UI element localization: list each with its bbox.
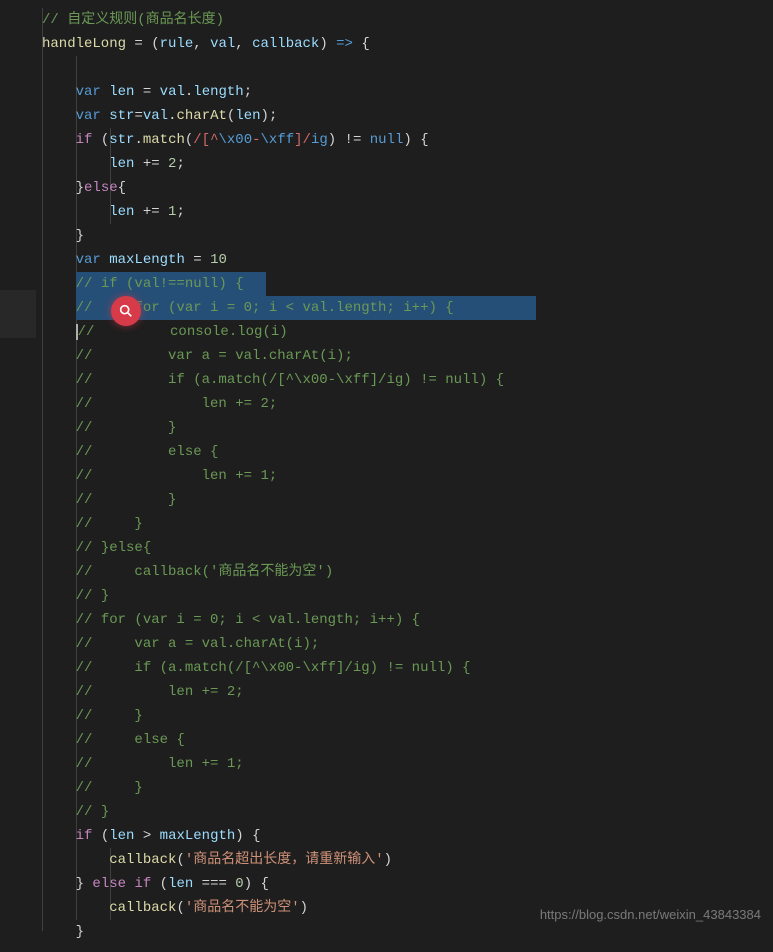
search-icon[interactable] [111, 296, 141, 326]
code-line: // for (var i = 0; i < val.length; i++) … [42, 608, 773, 632]
code-line: if (str.match(/[^\x00-\xff]/ig) != null)… [42, 128, 773, 152]
func-name: handleLong [42, 36, 126, 52]
code-editor[interactable]: // 自定义规则(商品名长度) handleLong = (rule, val,… [0, 0, 773, 952]
watermark-text: https://blog.csdn.net/weixin_43843384 [540, 903, 761, 927]
code-line: // len += 1; [42, 464, 773, 488]
code-line: // console.log(i) [42, 320, 773, 344]
code-line: len += 2; [42, 152, 773, 176]
code-line: // callback('商品名不能为空') [42, 560, 773, 584]
code-line: // if (a.match(/[^\x00-\xff]/ig) != null… [42, 368, 773, 392]
code-line: var maxLength = 10 [42, 248, 773, 272]
code-line: // len += 1; [42, 752, 773, 776]
code-line: } else if (len === 0) { [42, 872, 773, 896]
code-line: // len += 2; [42, 392, 773, 416]
code-line: // var a = val.charAt(i); [42, 344, 773, 368]
code-line: // } [42, 584, 773, 608]
code-line: callback('商品名超出长度，请重新输入') [42, 848, 773, 872]
code-line: if (len > maxLength) { [42, 824, 773, 848]
code-line: // if (val!==null) { [42, 272, 773, 296]
code-line: // } [42, 776, 773, 800]
code-line: // if (a.match(/[^\x00-\xff]/ig) != null… [42, 656, 773, 680]
code-line: handleLong = (rule, val, callback) => { [42, 32, 773, 56]
code-line: // } [42, 800, 773, 824]
code-line: // } [42, 512, 773, 536]
code-line: var str=val.charAt(len); [42, 104, 773, 128]
code-line: // } [42, 416, 773, 440]
code-line: // len += 2; [42, 680, 773, 704]
code-line: } [42, 224, 773, 248]
code-line: // } [42, 488, 773, 512]
code-line: // else { [42, 728, 773, 752]
code-line: // var a = val.charAt(i); [42, 632, 773, 656]
code-line: // 自定义规则(商品名长度) [42, 8, 773, 32]
code-line: // }else{ [42, 536, 773, 560]
comment-text: // 自定义规则(商品名长度) [42, 12, 224, 28]
code-line [42, 56, 773, 80]
code-line: // for (var i = 0; i < val.length; i++) … [42, 296, 773, 320]
code-line: len += 1; [42, 200, 773, 224]
code-line: }else{ [42, 176, 773, 200]
code-line: var len = val.length; [42, 80, 773, 104]
code-line: // else { [42, 440, 773, 464]
code-line: // } [42, 704, 773, 728]
